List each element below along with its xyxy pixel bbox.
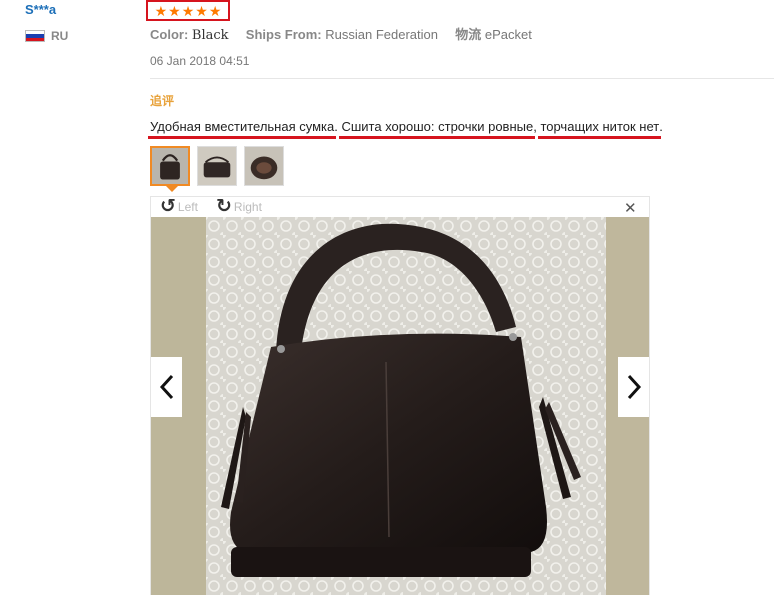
review-punctuation: , (533, 119, 541, 134)
russia-flag-icon (25, 30, 45, 42)
next-image-button[interactable] (618, 357, 649, 417)
rotate-left-icon: ↺ (160, 196, 176, 217)
star-rating: ★ ★ ★ ★ ★ (146, 0, 230, 21)
color-label: Color: (150, 27, 189, 42)
chevron-left-icon (159, 374, 173, 400)
divider (150, 78, 774, 79)
underlined-review-phrase: Сшита хорошо: строчки ровные (339, 119, 536, 139)
ships-from-label: Ships From: (245, 27, 322, 42)
underlined-review-phrase: Удобная вместительная сумка (148, 119, 337, 139)
highlight-underline (538, 136, 662, 139)
star-icon: ★ (168, 2, 181, 19)
review-punctuation: . (659, 119, 663, 134)
order-meta: Color: Black Ships From: Russian Federat… (150, 24, 532, 43)
color-value: Black (191, 28, 229, 43)
star-icon: ★ (208, 2, 222, 19)
rotate-right-icon: ↻ (216, 196, 232, 217)
rotate-right-button[interactable]: ↻ Right (216, 197, 262, 217)
close-icon[interactable]: ✕ (624, 199, 637, 217)
highlight-underline (148, 136, 337, 139)
review-thumbnail[interactable] (150, 146, 190, 186)
logistics-value: ePacket (484, 27, 532, 42)
rotate-left-label: Left (177, 200, 198, 214)
highlight-underline (339, 136, 536, 139)
review-date: 06 Jan 2018 04:51 (150, 54, 250, 68)
ships-from-value: Russian Federation (325, 27, 438, 42)
prev-image-button[interactable] (151, 357, 182, 417)
review-photo (151, 217, 649, 595)
logistics-label: 物流 (455, 27, 482, 42)
rotate-left-button[interactable]: ↺ Left (160, 197, 198, 217)
reviewer-name[interactable]: S***a (25, 2, 56, 17)
additional-feedback-label: 追评 (150, 94, 175, 108)
chevron-right-icon (627, 374, 641, 400)
reviewer-country: RU (51, 29, 69, 43)
review-thumbnail[interactable] (197, 146, 237, 186)
star-icon: ★ (154, 2, 168, 19)
review-text: Удобная вместительная сумка. Сшита хорош… (148, 119, 663, 139)
active-thumbnail-indicator (166, 186, 178, 192)
star-icon: ★ (195, 2, 208, 19)
review-punctuation: . (334, 119, 342, 134)
review-thumbnail[interactable] (244, 146, 284, 186)
rotate-right-label: Right (233, 200, 262, 214)
star-icon: ★ (181, 2, 195, 19)
underlined-review-phrase: торчащих ниток нет (538, 119, 662, 139)
